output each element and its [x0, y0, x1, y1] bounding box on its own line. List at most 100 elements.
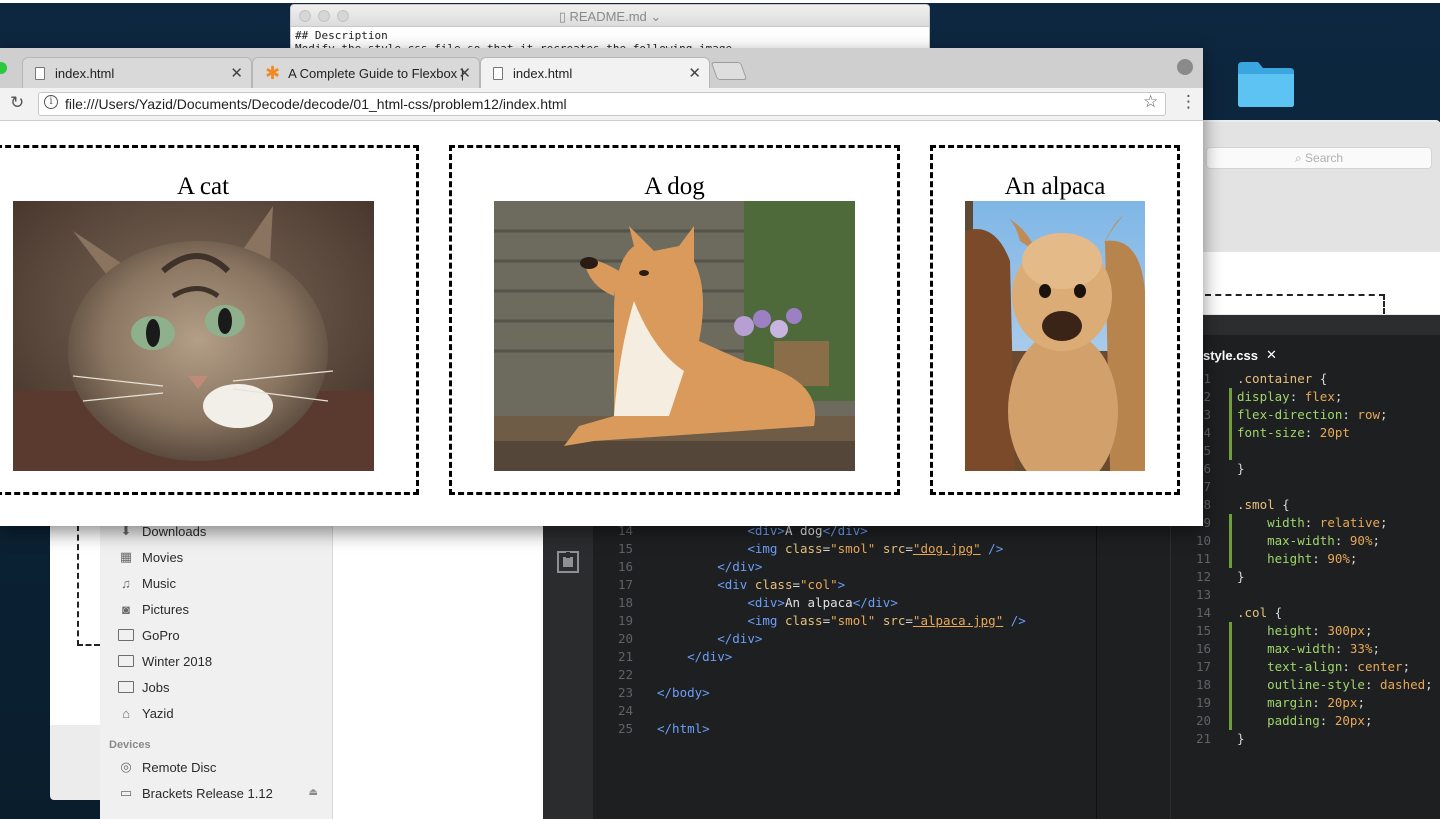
reload-icon[interactable]: ↻ — [10, 93, 24, 113]
tab-flexbox-guide[interactable]: ✱ A Complete Guide to Flexbox | ✕ — [252, 57, 480, 88]
code-text: height: 300px; — [1237, 623, 1373, 638]
git-change-marker — [1229, 712, 1232, 730]
git-change-marker — [1229, 388, 1232, 406]
line-number: 21 — [1195, 731, 1211, 746]
line-number: 23 — [617, 685, 633, 700]
finder-sidebar: ⬇ Downloads ▦ Movies ♫ Music ◙ Pictures GoPr… — [100, 523, 333, 819]
sidebar-item-brackets-release[interactable]: ▭ Brackets Release 1.12 — [118, 780, 328, 806]
sidebar-item-gopro[interactable]: GoPro — [118, 622, 180, 648]
tab-index-html-active[interactable]: index.html ✕ — [480, 57, 710, 88]
line-number: 22 — [617, 667, 633, 682]
code-text: <img class="smol" src="dog.jpg" /> — [747, 541, 1004, 556]
code-text: <img class="smol" src="alpaca.jpg" /> — [747, 613, 1026, 628]
line-number: 17 — [617, 577, 633, 592]
git-change-marker — [1229, 550, 1232, 568]
tab-index-html-1[interactable]: index.html ✕ — [22, 57, 252, 88]
code-text: .smol { — [1237, 497, 1290, 512]
code-text: text-align: center; — [1237, 659, 1411, 674]
drive-icon: ▭ — [119, 785, 133, 800]
address-bar[interactable]: file:///Users/Yazid/Documents/Decode/dec… — [38, 92, 1166, 116]
code-text: <div class="col"> — [717, 577, 846, 592]
line-number: 18 — [1195, 677, 1211, 692]
column-title: A dog — [644, 173, 705, 200]
git-change-marker — [1229, 658, 1232, 676]
sidebar-item-remote-disc[interactable]: ◎ Remote Disc — [118, 754, 216, 780]
disc-icon: ◎ — [120, 759, 132, 774]
css-tricks-icon: ✱ — [265, 62, 281, 83]
git-change-marker — [1229, 532, 1232, 550]
code-text: display: flex; — [1237, 389, 1343, 404]
page-icon — [493, 66, 503, 80]
column-alpaca: An alpaca — [930, 145, 1180, 495]
close-icon[interactable]: ✕ — [1266, 347, 1277, 363]
folder-icon — [118, 655, 134, 667]
line-number: 12 — [1195, 569, 1211, 584]
line-number: 20 — [617, 631, 633, 646]
code-text: font-size: 20pt — [1237, 425, 1350, 440]
pane-divider — [1096, 525, 1097, 819]
column-title: A cat — [176, 173, 230, 200]
cat-photo — [13, 201, 374, 471]
tab-label: index.html — [55, 65, 115, 81]
doc-icon: ▯ — [558, 9, 570, 24]
finder-toolbar — [1203, 122, 1440, 252]
code-text: height: 90%; — [1237, 551, 1358, 566]
line-number: 10 — [1195, 533, 1211, 548]
sidebar-item-jobs[interactable]: Jobs — [118, 674, 169, 700]
close-tab-icon[interactable]: ✕ — [688, 64, 701, 82]
readme-titlebar[interactable]: ▯ README.md ⌄ — [291, 5, 929, 27]
readme-line: ## Description — [295, 29, 388, 42]
dog-photo — [494, 201, 855, 471]
line-number: 21 — [617, 649, 633, 664]
line-number: 14 — [1195, 605, 1211, 620]
css-code-pane[interactable]: 1 .container {2 display: flex; 3 flex-direct… — [1171, 370, 1440, 770]
column-cat: A cat — [0, 145, 419, 495]
sidebar-item-movies[interactable]: ▦ Movies — [118, 544, 183, 570]
html-code-pane[interactable]: 14 <div>A dog</div> 15 <img class="smol" … — [593, 523, 1096, 819]
git-change-marker — [1229, 514, 1232, 532]
code-text: </div> — [717, 559, 763, 574]
git-change-marker — [1229, 640, 1232, 658]
close-tab-icon[interactable]: ✕ — [458, 64, 471, 82]
sidebar-item-music[interactable]: ♫ Music — [118, 570, 176, 596]
code-text: </div> — [717, 631, 763, 646]
music-icon: ♫ — [121, 575, 131, 591]
bookmark-star-icon[interactable]: ☆ — [1143, 92, 1158, 112]
left-dashed-outline — [77, 525, 100, 646]
movies-icon: ▦ — [119, 549, 133, 564]
info-icon[interactable]: i — [44, 95, 58, 109]
downloads-icon: ⬇ — [120, 523, 132, 538]
menu-bar-edge — [0, 0, 1440, 3]
code-text: outline-style: dashed; — [1237, 677, 1433, 692]
menu-dots-icon[interactable]: ⋮ — [1180, 92, 1197, 112]
code-text: </body> — [657, 685, 710, 700]
folder-icon[interactable] — [1236, 60, 1296, 108]
code-text: </html> — [657, 721, 710, 736]
tab-label: index.html — [513, 65, 573, 81]
readme-window[interactable]: ▯ README.md ⌄ ## DescriptionModify the s… — [290, 4, 930, 54]
alpaca-photo — [965, 201, 1145, 471]
sidebar-item-winter-2018[interactable]: Winter 2018 — [118, 648, 212, 674]
git-change-marker — [1229, 406, 1232, 424]
readme-title: ▯ README.md ⌄ — [558, 9, 662, 24]
line-number: 19 — [1195, 695, 1211, 710]
line-number: 17 — [1195, 659, 1211, 674]
git-change-marker — [1229, 442, 1232, 460]
line-number: 19 — [617, 613, 633, 628]
devices-header: Devices — [109, 739, 151, 751]
finder-content-area — [333, 525, 543, 819]
close-tab-icon[interactable]: ✕ — [230, 64, 243, 82]
profile-avatar-icon[interactable] — [1177, 59, 1193, 75]
code-text: max-width: 90%; — [1237, 533, 1381, 548]
finder-search-field[interactable]: ⌕ Search — [1206, 147, 1432, 169]
git-change-marker — [1229, 676, 1232, 694]
tab-style-css[interactable]: style.css ✕ — [1203, 340, 1293, 370]
git-change-marker — [1229, 424, 1232, 442]
eject-icon[interactable]: ⏏ — [309, 787, 318, 798]
code-text: .container { — [1237, 371, 1328, 386]
sidebar-item-pictures[interactable]: ◙ Pictures — [118, 596, 189, 622]
new-tab-button[interactable] — [710, 62, 748, 80]
extract-icon[interactable] — [556, 550, 580, 574]
sidebar-item-yazid[interactable]: ⌂ Yazid — [118, 700, 174, 726]
line-number: 11 — [1195, 551, 1211, 566]
